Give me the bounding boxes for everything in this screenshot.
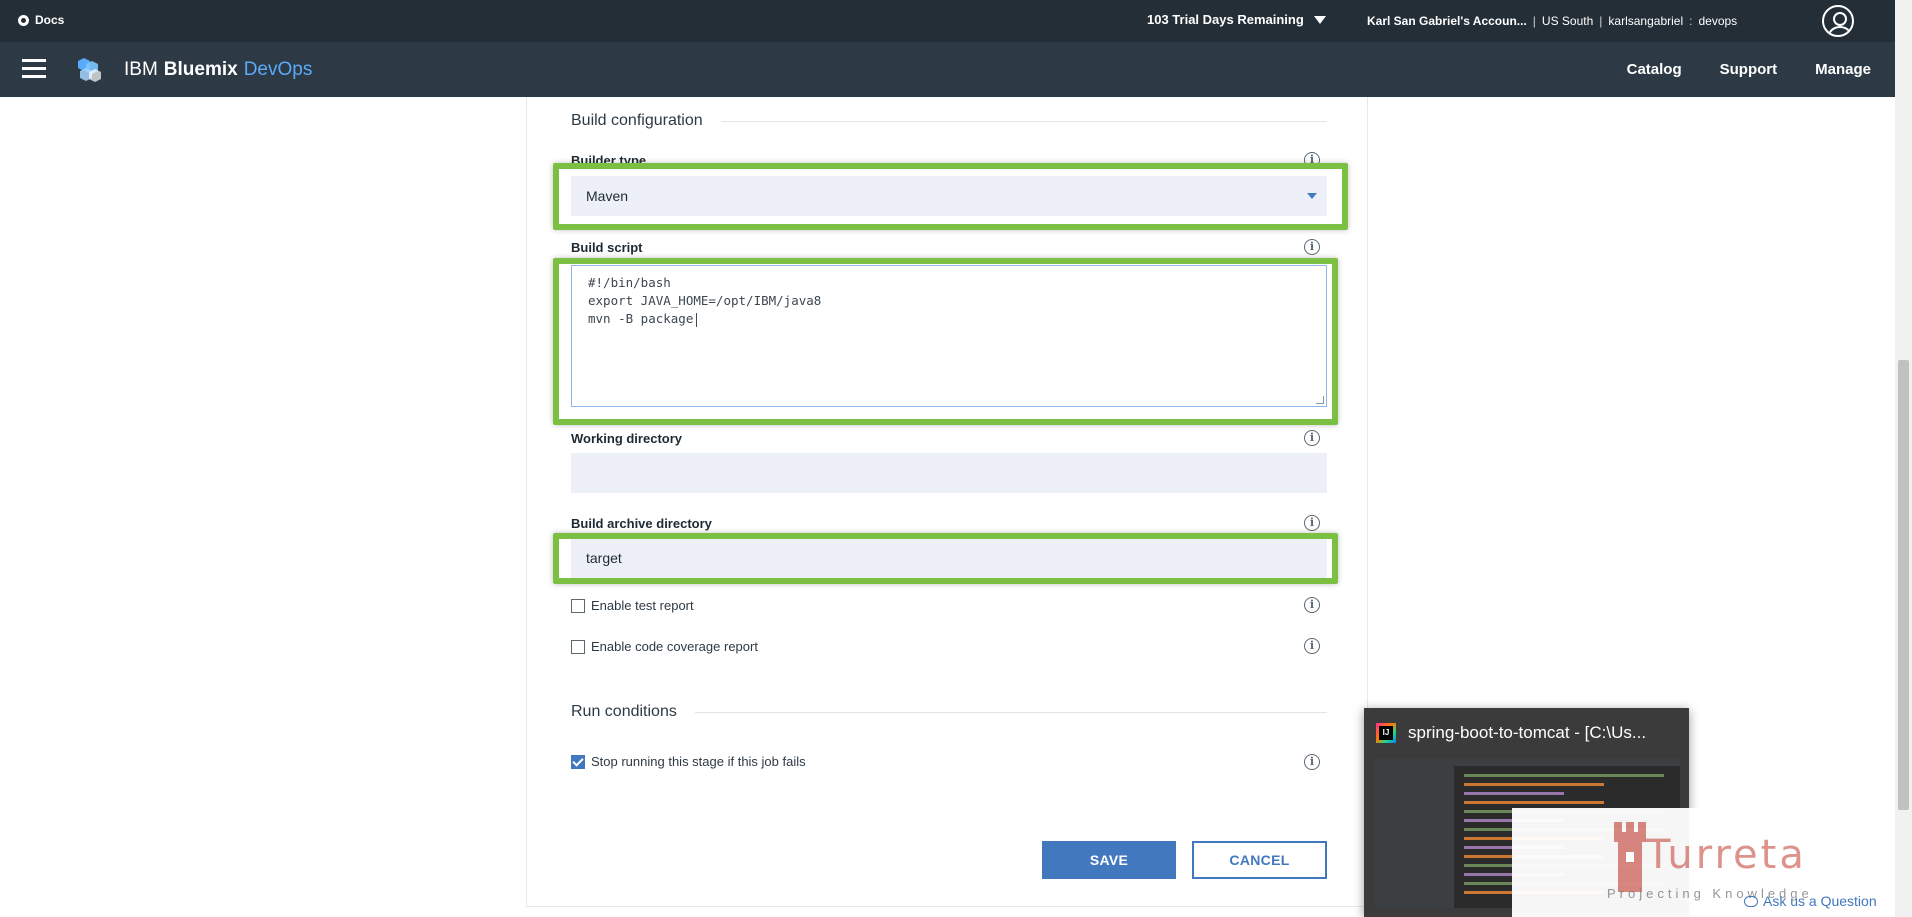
account-switcher[interactable]: Karl San Gabriel's Accoun... | US South …: [1367, 14, 1737, 28]
nav-link-catalog[interactable]: Catalog: [1627, 61, 1682, 78]
separator: :: [1689, 14, 1693, 28]
separator: |: [1599, 14, 1603, 28]
info-icon[interactable]: i: [1304, 515, 1320, 531]
checkbox-icon[interactable]: [571, 639, 585, 654]
builder-type-value: Maven: [586, 188, 629, 204]
stop-on-fail-label: Stop running this stage if this job fail…: [591, 754, 806, 769]
enable-test-report-label: Enable test report: [591, 598, 694, 613]
intellij-icon: [1376, 723, 1396, 743]
ask-question-link[interactable]: Ask us a Question: [1744, 893, 1877, 909]
chat-bubble-icon: [1744, 895, 1758, 907]
enable-code-coverage-checkbox[interactable]: Enable code coverage report: [571, 639, 758, 654]
working-directory-input[interactable]: [571, 453, 1327, 493]
build-archive-directory-label: Build archive directory: [571, 516, 712, 531]
separator: |: [1532, 14, 1536, 28]
build-archive-directory-input[interactable]: target: [571, 538, 1327, 578]
hamburger-menu-icon[interactable]: [22, 59, 46, 79]
info-icon[interactable]: i: [1304, 152, 1320, 168]
save-button[interactable]: SAVE: [1042, 841, 1176, 879]
user-avatar-icon[interactable]: [1822, 5, 1854, 37]
app-window: Docs 103 Trial Days Remaining Karl San G…: [0, 0, 1912, 917]
build-script-value: #!/bin/bash export JAVA_HOME=/opt/IBM/ja…: [588, 275, 822, 326]
bluemix-logo-icon: [78, 58, 101, 82]
builder-type-select[interactable]: Maven: [571, 176, 1327, 216]
trial-days-text: 103 Trial Days Remaining: [1147, 12, 1304, 27]
preview-header: spring-boot-to-tomcat - [C:\Us...: [1376, 723, 1646, 743]
brand-bluemix: Bluemix: [163, 59, 238, 80]
checkbox-checked-icon[interactable]: [571, 754, 585, 769]
resize-grip-icon[interactable]: [1316, 396, 1324, 404]
divider: [694, 711, 1327, 713]
brand-title[interactable]: IBM Bluemix DevOps: [124, 59, 312, 81]
region-name: US South: [1541, 14, 1594, 28]
brand-ibm: IBM: [124, 59, 158, 80]
job-config-panel: Build configuration Builder type i Maven…: [526, 97, 1368, 907]
nav-links: Catalog Support Manage: [1627, 61, 1871, 78]
main-nav-bar: IBM Bluemix DevOps Catalog Support Manag…: [0, 42, 1895, 97]
info-icon[interactable]: i: [1304, 239, 1320, 255]
preview-title: spring-boot-to-tomcat - [C:\Us...: [1408, 723, 1647, 742]
org-name: karlsangabriel: [1608, 14, 1684, 28]
docs-icon: [18, 14, 29, 26]
builder-type-label: Builder type: [571, 153, 647, 168]
cancel-button[interactable]: CANCEL: [1192, 841, 1327, 879]
run-conditions-section-title: Run conditions: [571, 703, 1327, 721]
nav-link-support[interactable]: Support: [1720, 61, 1778, 78]
space-name: devops: [1698, 14, 1738, 28]
divider: [720, 120, 1327, 122]
info-icon[interactable]: i: [1304, 638, 1320, 654]
tower-logo-icon: [1614, 822, 1646, 892]
watermark-name: Turreta: [1646, 832, 1807, 878]
working-directory-label: Working directory: [571, 431, 683, 446]
build-config-section-title: Build configuration: [571, 112, 1327, 130]
enable-test-report-checkbox[interactable]: Enable test report: [571, 598, 694, 613]
enable-code-coverage-label: Enable code coverage report: [591, 639, 758, 654]
build-archive-directory-value: target: [586, 550, 622, 566]
info-icon[interactable]: i: [1304, 430, 1320, 446]
trial-days-dropdown[interactable]: 103 Trial Days Remaining: [1147, 12, 1326, 27]
docs-label: Docs: [35, 13, 65, 27]
ask-question-label: Ask us a Question: [1763, 893, 1877, 909]
top-utility-bar: Docs 103 Trial Days Remaining Karl San G…: [0, 0, 1895, 42]
stop-on-fail-checkbox[interactable]: Stop running this stage if this job fail…: [571, 754, 806, 769]
checkbox-icon[interactable]: [571, 598, 585, 613]
build-script-textarea[interactable]: #!/bin/bash export JAVA_HOME=/opt/IBM/ja…: [571, 265, 1327, 407]
info-icon[interactable]: i: [1304, 754, 1320, 770]
build-script-label: Build script: [571, 240, 643, 255]
docs-link[interactable]: Docs: [18, 13, 64, 27]
chevron-down-icon: [1307, 193, 1317, 199]
scrollbar-thumb[interactable]: [1898, 360, 1909, 810]
account-name: Karl San Gabriel's Accoun...: [1367, 14, 1527, 28]
chevron-down-icon: [1313, 15, 1326, 24]
info-icon[interactable]: i: [1304, 597, 1320, 613]
text-cursor: [696, 312, 698, 327]
brand-devops: DevOps: [243, 59, 313, 80]
nav-link-manage[interactable]: Manage: [1815, 61, 1871, 78]
